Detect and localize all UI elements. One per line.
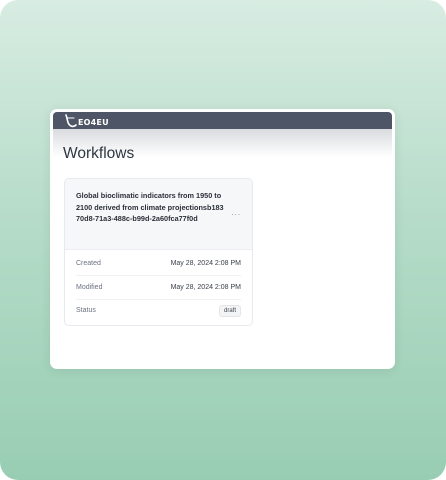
app-window: EO4EU Workflows Global bioclimatic indic… [50,109,395,369]
page-title: Workflows [63,145,135,162]
status-badge: draft [218,304,241,317]
modified-label: Modified [76,284,103,291]
more-icon: ··· [231,209,241,219]
created-value: May 28, 2024 2:08 PM [170,260,241,267]
modified-row: Modified May 28, 2024 2:08 PM [76,276,241,300]
logo-text: EO4EU [78,117,109,127]
created-label: Created [76,260,101,267]
workflow-card-header: Global bioclimatic indicators from 1950 … [65,179,252,250]
status-row: Status draft [76,299,241,322]
eo4eu-logo[interactable]: EO4EU [65,114,109,128]
logo-swoosh-icon [65,114,77,128]
modified-value: May 28, 2024 2:08 PM [170,284,241,291]
created-row: Created May 28, 2024 2:08 PM [76,252,241,276]
workflow-card[interactable]: Global bioclimatic indicators from 1950 … [64,178,253,326]
top-navigation-bar: EO4EU [53,112,392,129]
workflow-title[interactable]: Global bioclimatic indicators from 1950 … [76,190,226,225]
status-label: Status [76,307,96,314]
more-options-button[interactable]: ··· [230,209,242,219]
